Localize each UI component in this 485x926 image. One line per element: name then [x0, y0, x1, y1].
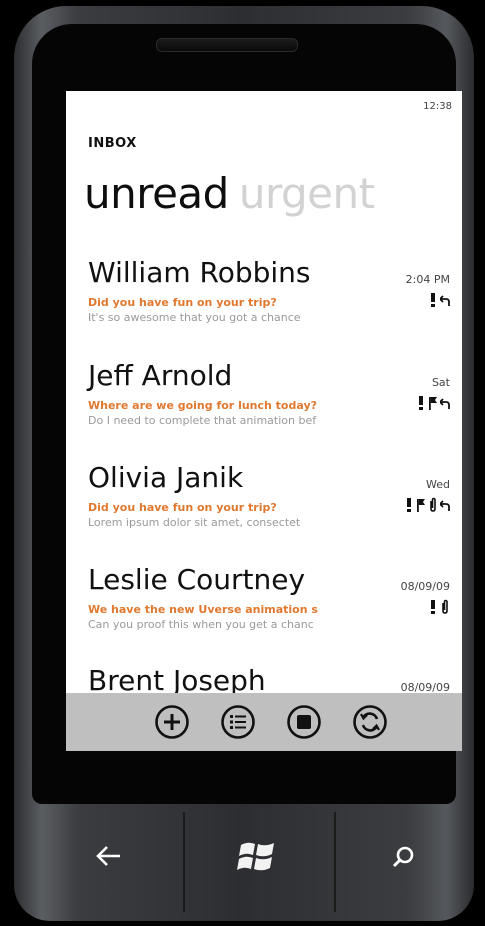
message-sender: Olivia Janik — [88, 461, 244, 494]
search-button[interactable] — [336, 803, 485, 913]
inbox-label: INBOX — [88, 136, 137, 151]
message-sender: Jeff Arnold — [88, 359, 233, 392]
message-flags — [428, 599, 450, 615]
message-subject: Did you have fun on your trip? — [88, 501, 277, 514]
urgent-icon — [428, 599, 438, 615]
message-sender: William Robbins — [88, 256, 311, 289]
message-preview: It's so awesome that you got a chance — [88, 311, 301, 324]
application-bar — [66, 693, 462, 751]
search-icon — [392, 846, 414, 868]
message-subject: Where are we going for lunch today? — [88, 399, 318, 412]
windows-logo-icon — [237, 842, 274, 871]
attachment-icon — [440, 599, 450, 615]
reply-icon — [440, 292, 450, 308]
urgent-icon — [428, 292, 438, 308]
message-date: 2:04 PM — [405, 273, 450, 286]
stop-button[interactable] — [286, 704, 322, 740]
flag-icon — [428, 395, 438, 411]
message-preview: Do I need to complete that animation bef — [88, 414, 317, 427]
message-subject: We have the new Uverse animation s — [88, 603, 318, 616]
message-date: Sat — [431, 376, 450, 389]
reply-icon — [440, 497, 450, 513]
stop-icon — [287, 705, 321, 739]
pivot-item-unread[interactable]: unread — [84, 169, 229, 218]
message-date: Wed — [426, 478, 450, 491]
back-icon — [96, 846, 120, 866]
pivot-item-urgent[interactable]: urgent — [239, 169, 375, 218]
sync-button[interactable] — [352, 704, 388, 740]
back-button[interactable] — [38, 803, 188, 913]
new-icon — [155, 705, 189, 739]
select-button[interactable] — [220, 704, 256, 740]
reply-icon — [440, 395, 450, 411]
message-sender: Leslie Courtney — [88, 563, 306, 596]
message-subject: Did you have fun on your trip? — [88, 296, 277, 309]
message-preview: Can you proof this when you get a chanc — [88, 618, 314, 631]
message-flags — [404, 497, 450, 513]
list-icon — [221, 705, 255, 739]
sync-icon — [353, 705, 387, 739]
earpiece-speaker — [156, 38, 298, 52]
phone-screen: 12:38 INBOX unread urgent William Robbins… — [66, 91, 462, 751]
message-preview: Lorem ipsum dolor sit amet, consectet — [88, 516, 301, 529]
message-item[interactable]: Olivia Janik Did you have fun on your tr… — [88, 461, 456, 549]
message-item[interactable]: Leslie Courtney We have the new Uverse a… — [88, 563, 456, 651]
urgent-icon — [416, 395, 426, 411]
message-date: 08/09/09 — [400, 580, 450, 593]
attachment-icon — [428, 497, 438, 513]
status-time: 12:38 — [423, 101, 452, 112]
start-button[interactable] — [185, 803, 335, 913]
pivot-header: unread urgent — [84, 169, 375, 218]
message-flags — [428, 292, 450, 308]
message-flags — [416, 395, 450, 411]
message-item[interactable]: Jeff Arnold Where are we going for lunch… — [88, 359, 456, 447]
new-button[interactable] — [154, 704, 190, 740]
flag-icon — [416, 497, 426, 513]
urgent-icon — [404, 497, 414, 513]
message-item[interactable]: William Robbins Did you have fun on your… — [88, 256, 456, 344]
